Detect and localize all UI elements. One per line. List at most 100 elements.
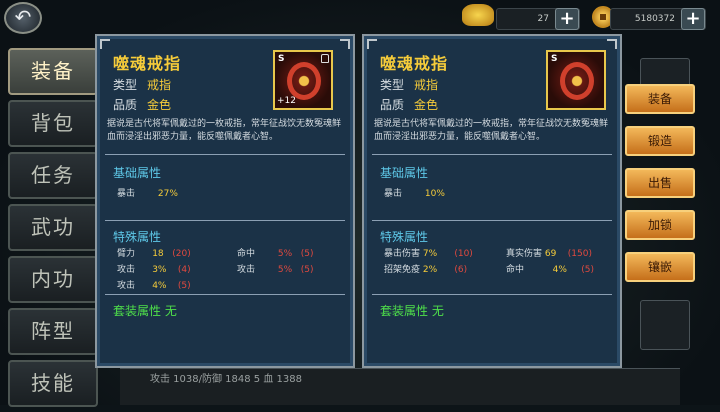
special-attr-row: 招架免疫 2% (6) bbox=[384, 262, 467, 275]
attr-max: (4) bbox=[177, 265, 191, 275]
base-attr-row: 暴击 27% bbox=[117, 186, 178, 199]
add-gold-ingot-button[interactable]: + bbox=[555, 8, 579, 30]
attr-value: 27% bbox=[157, 189, 178, 199]
attr-max: (5) bbox=[581, 265, 594, 275]
suit-attr: 套装属性 无 bbox=[113, 304, 177, 318]
equip-button[interactable]: 装备 bbox=[625, 84, 695, 114]
attr-label: 暴击伤害 bbox=[384, 249, 421, 259]
base-attr-title: 基础属性 bbox=[113, 166, 162, 180]
frame-corner bbox=[367, 39, 377, 49]
tab-inner-power[interactable]: 内功 bbox=[8, 256, 98, 303]
item-name: 噬魂戒指 bbox=[113, 54, 182, 73]
gold-ingot-value: 27 bbox=[537, 14, 549, 24]
attr-label: 攻击 bbox=[117, 281, 136, 291]
special-attr-row: 臂力 18 (20) bbox=[117, 246, 191, 259]
type-label: 类型 bbox=[113, 78, 138, 92]
inlay-button[interactable]: 镶嵌 bbox=[625, 252, 695, 282]
add-coin-button[interactable]: + bbox=[681, 8, 705, 30]
side-tabs: 装备 背包 任务 武功 内功 阵型 技能 bbox=[8, 48, 98, 412]
attr-value: 4% bbox=[552, 265, 567, 275]
tab-martial-arts[interactable]: 武功 bbox=[8, 204, 98, 251]
attr-label: 招架免疫 bbox=[384, 265, 421, 275]
quality-value: 金色 bbox=[414, 98, 439, 112]
attr-label: 真实伤害 bbox=[506, 249, 543, 259]
item-description: 据说是古代将军佩戴过的一枚戒指，常年征战饮无数冤魂鲜血而浸淫出邪恶力量，能反噬佩… bbox=[107, 119, 342, 142]
special-attr-row: 攻击 5% (5) bbox=[237, 262, 314, 275]
attr-label: 攻击 bbox=[117, 265, 136, 275]
ring-icon bbox=[560, 62, 594, 100]
attr-value: 4% bbox=[152, 281, 167, 291]
gold-ingot-icon bbox=[462, 4, 494, 26]
special-attr-row: 攻击 4% (5) bbox=[117, 278, 191, 291]
lock-button[interactable]: 加锁 bbox=[625, 210, 695, 240]
tab-bag[interactable]: 背包 bbox=[8, 100, 98, 147]
type-value: 戒指 bbox=[147, 78, 172, 92]
special-attr-title: 特殊属性 bbox=[380, 230, 429, 244]
item-quality-row: 品质 金色 bbox=[113, 96, 171, 113]
divider bbox=[105, 220, 345, 221]
attr-label: 攻击 bbox=[237, 265, 256, 275]
tab-formation[interactable]: 阵型 bbox=[8, 308, 98, 355]
suit-attr: 套装属性 无 bbox=[380, 304, 444, 318]
forge-button[interactable]: 锻造 bbox=[625, 126, 695, 156]
attr-max: (10) bbox=[454, 249, 473, 259]
special-attr-title: 特殊属性 bbox=[113, 230, 162, 244]
divider bbox=[372, 220, 612, 221]
item-name: 噬魂戒指 bbox=[380, 54, 449, 73]
attr-label: 命中 bbox=[237, 249, 256, 259]
sell-button[interactable]: 出售 bbox=[625, 168, 695, 198]
divider bbox=[105, 154, 345, 155]
item-icon-box: S +12 bbox=[273, 50, 333, 110]
frame-corner bbox=[100, 39, 110, 49]
attr-max: (20) bbox=[172, 249, 191, 259]
attr-max: (5) bbox=[300, 249, 314, 259]
attr-label: 暴击 bbox=[384, 189, 403, 199]
quality-value: 金色 bbox=[147, 98, 172, 112]
tab-equipment[interactable]: 装备 bbox=[8, 48, 98, 95]
item-description: 据说是古代将军佩戴过的一枚戒指，常年征战饮无数冤魂鲜血而浸淫出邪恶力量，能反噬佩… bbox=[374, 119, 609, 142]
base-attr-title: 基础属性 bbox=[380, 166, 429, 180]
quality-label: 品质 bbox=[113, 98, 138, 112]
coin-counter: 5180372 + bbox=[610, 8, 706, 30]
stats-text: 攻击 1038/防御 1848 5 血 1388 bbox=[150, 374, 302, 385]
back-button[interactable]: ↶ bbox=[4, 2, 42, 34]
item-type-row: 类型 戒指 bbox=[380, 76, 438, 93]
special-attr-row: 命中 4% (5) bbox=[506, 262, 594, 275]
attr-max: (5) bbox=[300, 265, 314, 275]
type-label: 类型 bbox=[380, 78, 405, 92]
attr-value: 5% bbox=[277, 249, 293, 259]
attr-label: 命中 bbox=[506, 265, 525, 275]
quality-label: 品质 bbox=[380, 98, 405, 112]
frame-corner bbox=[607, 39, 617, 49]
item-type-row: 类型 戒指 bbox=[113, 76, 171, 93]
special-attr-row: 命中 5% (5) bbox=[237, 246, 314, 259]
attr-max: (150) bbox=[567, 249, 592, 259]
attr-value: 3% bbox=[152, 265, 167, 275]
tab-skills[interactable]: 技能 bbox=[8, 360, 98, 407]
item-icon-box: S bbox=[546, 50, 606, 110]
item-quality-row: 品质 金色 bbox=[380, 96, 438, 113]
item-tooltip-equipped: 噬魂戒指 类型 戒指 品质 金色 S +12 据说是古代将军佩戴过的一枚戒指，常年征… bbox=[95, 34, 355, 368]
coin-value: 5180372 bbox=[634, 14, 675, 24]
item-grade: S bbox=[551, 54, 558, 64]
stats-bar: 攻击 1038/防御 1848 5 血 1388 bbox=[120, 368, 680, 405]
attr-value: 10% bbox=[424, 189, 445, 199]
special-attr-row: 暴击伤害 7% (10) bbox=[384, 246, 473, 259]
frame-corner bbox=[340, 39, 350, 49]
tab-quest[interactable]: 任务 bbox=[8, 152, 98, 199]
attr-max: (5) bbox=[177, 281, 191, 291]
attr-value: 69 bbox=[544, 249, 557, 259]
divider bbox=[372, 294, 612, 295]
ring-icon bbox=[287, 62, 321, 100]
gold-ingot-counter: 27 + bbox=[496, 8, 580, 30]
attr-value: 7% bbox=[422, 249, 438, 259]
inventory-slot[interactable] bbox=[640, 300, 690, 350]
top-bar: ↶ 27 + 5180372 + bbox=[0, 0, 720, 36]
attr-label: 臂力 bbox=[117, 249, 136, 259]
type-value: 戒指 bbox=[414, 78, 439, 92]
attr-max: (6) bbox=[454, 265, 468, 275]
special-attr-row: 真实伤害 69 (150) bbox=[506, 246, 592, 259]
attr-value: 5% bbox=[277, 265, 293, 275]
item-grade: S bbox=[278, 54, 285, 64]
special-attr-row: 攻击 3% (4) bbox=[117, 262, 191, 275]
